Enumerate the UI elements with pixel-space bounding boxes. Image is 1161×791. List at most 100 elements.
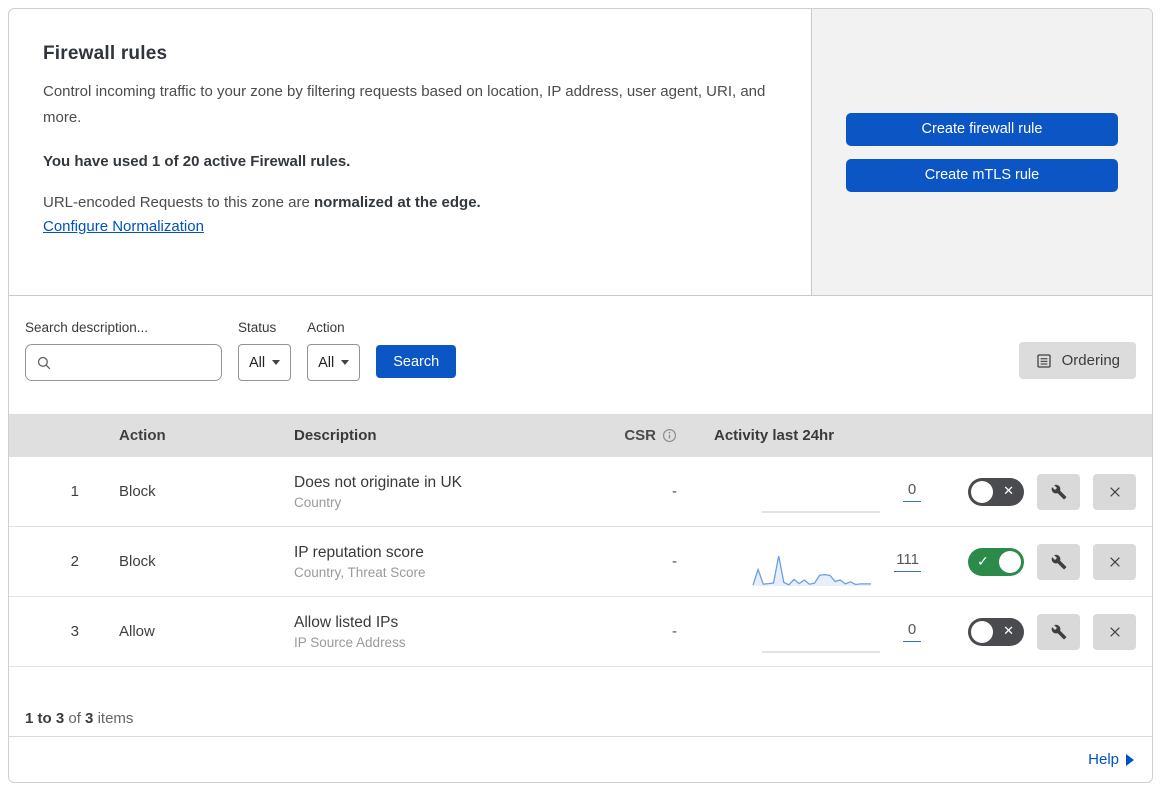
column-csr: CSR bbox=[609, 427, 709, 444]
rule-action: Block bbox=[119, 553, 156, 570]
toggle-knob bbox=[999, 550, 1021, 573]
rule-enabled-toggle[interactable]: ✓ ✕ bbox=[968, 477, 1024, 506]
wrench-icon bbox=[1051, 624, 1066, 639]
close-icon bbox=[1109, 486, 1120, 497]
toggle-knob bbox=[971, 480, 993, 503]
ordering-label: Ordering bbox=[1061, 352, 1120, 369]
activity-count-link[interactable]: 0 bbox=[903, 621, 921, 642]
usage-summary: You have used 1 of 20 active Firewall ru… bbox=[43, 153, 351, 170]
rule-fields: Country bbox=[294, 494, 342, 510]
status-value: All bbox=[249, 354, 266, 371]
rule-priority: 2 bbox=[70, 553, 79, 570]
toggle-knob bbox=[971, 620, 993, 643]
rule-controls: ✓ ✕ bbox=[929, 473, 1152, 510]
table-row: 1 Block Does not originate in UK Country… bbox=[9, 457, 1152, 527]
caret-down-icon bbox=[341, 360, 350, 365]
rule-priority: 1 bbox=[70, 483, 79, 500]
rule-csr-value: - bbox=[672, 623, 677, 640]
search-button[interactable]: Search bbox=[376, 345, 457, 378]
rule-controls: ✓ ✕ bbox=[929, 543, 1152, 580]
status-filter-group: Status All bbox=[238, 320, 292, 381]
rule-priority: 3 bbox=[70, 623, 79, 640]
rule-activity-cell: 111 bbox=[709, 535, 929, 588]
table-header: Action Description CSR Activity last 24h… bbox=[9, 414, 1152, 457]
rule-description-cell: Allow listed IPs IP Source Address bbox=[286, 614, 609, 650]
search-box[interactable] bbox=[25, 344, 222, 381]
page-title: Firewall rules bbox=[43, 43, 168, 64]
x-icon: ✕ bbox=[1003, 622, 1014, 638]
status-label: Status bbox=[238, 320, 277, 335]
items-range: 1 to 3 bbox=[25, 710, 65, 727]
action-value: All bbox=[318, 354, 335, 371]
rule-description: Allow listed IPs bbox=[294, 613, 399, 631]
help-link[interactable]: Help bbox=[1088, 751, 1119, 768]
rule-action: Allow bbox=[119, 623, 155, 640]
rule-enabled-toggle[interactable]: ✓ ✕ bbox=[968, 547, 1024, 576]
header-section: Firewall rules Control incoming traffic … bbox=[9, 9, 1152, 296]
configure-normalization-link[interactable]: Configure Normalization bbox=[43, 218, 204, 235]
rule-description: Does not originate in UK bbox=[294, 473, 463, 491]
rule-description-cell: IP reputation score Country, Threat Scor… bbox=[286, 544, 609, 580]
rule-description-cell: Does not originate in UK Country bbox=[286, 474, 609, 510]
create-firewall-rule-button[interactable]: Create firewall rule bbox=[846, 112, 1118, 146]
rule-fields: Country, Threat Score bbox=[294, 564, 426, 580]
intro-block: Firewall rules Control incoming traffic … bbox=[9, 9, 811, 295]
arrow-right-icon bbox=[1126, 753, 1134, 766]
activity-sparkline bbox=[762, 511, 880, 513]
rule-activity-cell: 0 bbox=[709, 605, 929, 658]
info-icon[interactable] bbox=[662, 428, 677, 443]
activity-count-link[interactable]: 0 bbox=[903, 481, 921, 502]
column-action: Action bbox=[119, 427, 166, 444]
search-label: Search description... bbox=[25, 320, 149, 335]
column-activity: Activity last 24hr bbox=[714, 427, 835, 444]
caret-down-icon bbox=[272, 360, 281, 365]
items-word: items bbox=[97, 710, 134, 727]
delete-rule-button[interactable] bbox=[1093, 473, 1136, 510]
rule-activity-cell: 0 bbox=[709, 465, 929, 518]
rule-description: IP reputation score bbox=[294, 543, 424, 561]
filter-bar: Search description... Status All Action … bbox=[9, 296, 1152, 414]
edit-rule-button[interactable] bbox=[1037, 473, 1080, 510]
search-group: Search description... bbox=[25, 320, 222, 381]
action-filter-group: Action All bbox=[307, 320, 361, 381]
rule-csr-value: - bbox=[672, 553, 677, 570]
rule-enabled-toggle[interactable]: ✓ ✕ bbox=[968, 617, 1024, 646]
items-count: 1 to 3 of 3 items bbox=[9, 667, 1152, 736]
column-description: Description bbox=[294, 427, 377, 444]
action-dropdown[interactable]: All bbox=[307, 344, 361, 381]
firewall-rules-card: Firewall rules Control incoming traffic … bbox=[8, 8, 1153, 783]
normalization-bold: normalized at the edge. bbox=[314, 194, 481, 211]
normalization-note: URL-encoded Requests to this zone are no… bbox=[43, 194, 771, 211]
items-of: of bbox=[68, 710, 81, 727]
actions-panel: Create firewall rule Create mTLS rule bbox=[811, 9, 1152, 295]
activity-count-link[interactable]: 111 bbox=[894, 551, 921, 572]
page-description: Control incoming traffic to your zone by… bbox=[43, 83, 766, 126]
action-label: Action bbox=[307, 320, 345, 335]
activity-sparkline bbox=[752, 555, 872, 586]
delete-rule-button[interactable] bbox=[1093, 543, 1136, 580]
x-icon: ✕ bbox=[1003, 482, 1014, 498]
close-icon bbox=[1109, 556, 1120, 567]
wrench-icon bbox=[1051, 554, 1066, 569]
status-dropdown[interactable]: All bbox=[238, 344, 292, 381]
edit-rule-button[interactable] bbox=[1037, 543, 1080, 580]
rule-fields: IP Source Address bbox=[294, 634, 406, 650]
table-row: 3 Allow Allow listed IPs IP Source Addre… bbox=[9, 597, 1152, 667]
edit-rule-button[interactable] bbox=[1037, 613, 1080, 650]
close-icon bbox=[1109, 626, 1120, 637]
items-total: 3 bbox=[85, 710, 94, 727]
wrench-icon bbox=[1051, 484, 1066, 499]
normalization-text: URL-encoded Requests to this zone are bbox=[43, 194, 310, 211]
ordering-button[interactable]: Ordering bbox=[1018, 342, 1136, 379]
delete-rule-button[interactable] bbox=[1093, 613, 1136, 650]
list-document-icon bbox=[1037, 353, 1051, 368]
csr-header-label: CSR bbox=[624, 427, 656, 444]
rule-csr-value: - bbox=[672, 483, 677, 500]
check-icon: ✓ bbox=[977, 552, 989, 569]
search-icon bbox=[37, 356, 51, 369]
search-input[interactable] bbox=[59, 354, 211, 371]
help-row: Help bbox=[9, 736, 1152, 782]
rule-controls: ✓ ✕ bbox=[929, 613, 1152, 650]
create-mtls-rule-button[interactable]: Create mTLS rule bbox=[846, 158, 1118, 192]
rule-action: Block bbox=[119, 483, 156, 500]
